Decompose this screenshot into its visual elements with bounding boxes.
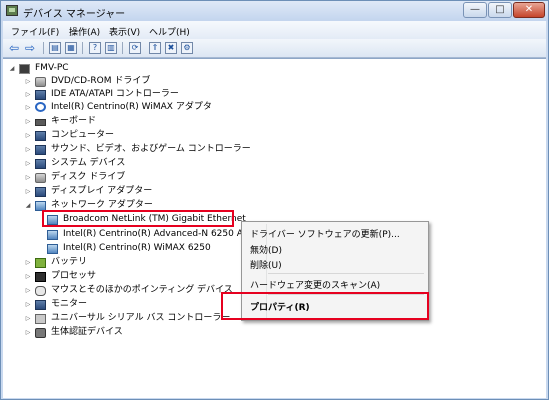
tree-category-label: プロセッサ — [51, 271, 97, 281]
tree-category-label: キーボード — [51, 116, 97, 126]
toolbar-separator — [82, 42, 83, 54]
keyboard-icon — [35, 119, 46, 126]
uninstall-icon[interactable]: ✖ — [165, 42, 177, 54]
tree-root-label: FMV-PC — [35, 63, 69, 73]
network-adapter-icon — [47, 244, 58, 254]
properties-icon[interactable]: ▦ — [65, 42, 77, 54]
expand-arrow-icon[interactable]: ▷ — [23, 75, 33, 88]
processor-icon — [35, 272, 46, 282]
expand-arrow-icon[interactable]: ▷ — [23, 143, 33, 156]
forward-arrow-icon[interactable]: ⇨ — [25, 41, 35, 55]
context-separator — [268, 273, 424, 274]
title-bar[interactable]: デバイス マネージャー — □ ✕ — [1, 1, 548, 21]
menu-action[interactable]: 操作(A) — [69, 25, 100, 38]
minimize-button[interactable]: — — [463, 2, 487, 18]
view-icon[interactable]: ▥ — [105, 42, 117, 54]
expand-arrow-icon[interactable]: ▷ — [23, 129, 33, 142]
context-item-scan-hardware[interactable]: ハードウェア変更のスキャン(A) — [250, 278, 380, 291]
tree-category-label: ユニバーサル シリアル バス コントローラー — [51, 313, 231, 323]
expand-arrow-icon[interactable]: ▷ — [23, 88, 33, 101]
tree-device-label: Intel(R) Centrino(R) Advanced-N 6250 A — [63, 229, 243, 239]
menu-help[interactable]: ヘルプ(H) — [149, 25, 190, 38]
device-manager-icon — [6, 5, 18, 16]
tree-category-label: ディスク ドライブ — [51, 172, 126, 182]
menu-file[interactable]: ファイル(F) — [11, 25, 59, 38]
expand-arrow-icon[interactable]: ▷ — [23, 157, 33, 170]
tree-category-label: モニター — [51, 299, 88, 309]
window-title: デバイス マネージャー — [23, 9, 126, 20]
tree-device-label: Intel(R) Centrino(R) WiMAX 6250 — [63, 243, 211, 253]
expand-arrow-icon[interactable]: ▷ — [23, 270, 33, 283]
tree-category-label: バッテリ — [51, 257, 88, 267]
expand-arrow-icon[interactable]: ▷ — [23, 312, 33, 325]
expand-arrow-icon[interactable]: ▷ — [23, 185, 33, 198]
display-icon — [35, 187, 46, 197]
wimax-icon — [35, 102, 46, 112]
menu-view[interactable]: 表示(V) — [109, 25, 140, 38]
context-item-update-driver[interactable]: ドライバー ソフトウェアの更新(P)... — [250, 227, 400, 240]
help-icon[interactable]: ? — [89, 42, 101, 54]
menu-bar: ファイル(F) 操作(A) 表示(V) ヘルプ(H) — [3, 21, 546, 39]
tree-category-label: Intel(R) Centrino(R) WiMAX アダプタ — [51, 102, 212, 112]
computer-icon — [19, 64, 30, 74]
scan-hardware-icon[interactable]: ⟳ — [129, 42, 141, 54]
expand-arrow-icon[interactable]: ▷ — [23, 284, 33, 297]
toolbar: ⇦ ⇨ ▤ ▦ ? ▥ ⟳ ⇑ ✖ ⚙ — [3, 39, 546, 58]
show-hide-console-tree-icon[interactable]: ▤ — [49, 42, 61, 54]
biometric-icon — [35, 328, 46, 338]
system-icon — [35, 159, 46, 169]
battery-icon — [35, 258, 46, 268]
mouse-icon — [35, 286, 46, 296]
expand-arrow-icon[interactable]: ▷ — [23, 298, 33, 311]
computer-icon — [35, 131, 46, 141]
tree-category-label: 生体認証デバイス — [51, 327, 123, 337]
context-item-disable[interactable]: 無効(D) — [250, 243, 282, 256]
drive-icon — [35, 77, 46, 87]
expand-arrow-icon[interactable]: ▷ — [23, 256, 33, 269]
disk-icon — [35, 173, 46, 183]
maximize-button[interactable]: □ — [488, 2, 512, 18]
expand-arrow-icon[interactable]: ▷ — [23, 326, 33, 339]
expand-arrow-icon[interactable]: ▷ — [23, 115, 33, 128]
tree-category-label: DVD/CD-ROM ドライブ — [51, 76, 151, 86]
network-adapter-icon — [47, 230, 58, 240]
back-arrow-icon[interactable]: ⇦ — [9, 41, 19, 55]
tree-category-label: サウンド、ビデオ、およびゲーム コントローラー — [51, 144, 251, 154]
highlight-box-device — [42, 210, 234, 227]
expand-arrow-icon[interactable]: ▷ — [23, 171, 33, 184]
sound-icon — [35, 145, 46, 155]
collapse-arrow-icon[interactable]: ◢ — [7, 62, 17, 75]
tree-category-label: IDE ATA/ATAPI コントローラー — [51, 89, 179, 99]
tree-category-label: ディスプレイ アダプター — [51, 186, 153, 196]
usb-icon — [35, 314, 46, 324]
toolbar-separator — [122, 42, 123, 54]
device-manager-window: デバイス マネージャー — □ ✕ ファイル(F) 操作(A) 表示(V) ヘル… — [0, 0, 549, 400]
tree-category-label: コンピューター — [51, 130, 115, 140]
context-item-uninstall[interactable]: 削除(U) — [250, 258, 282, 271]
tree-category-label: マウスとそのほかのポインティング デバイス — [51, 285, 233, 295]
update-driver-icon[interactable]: ⇑ — [149, 42, 161, 54]
monitor-icon — [35, 300, 46, 310]
toolbar-separator — [43, 42, 44, 54]
controller-icon — [35, 90, 46, 100]
disable-icon[interactable]: ⚙ — [181, 42, 193, 54]
highlight-box-properties — [221, 292, 429, 320]
tree-category-label: システム デバイス — [51, 158, 126, 168]
expand-arrow-icon[interactable]: ▷ — [23, 101, 33, 114]
close-button[interactable]: ✕ — [513, 2, 545, 18]
collapse-arrow-icon[interactable]: ◢ — [23, 199, 33, 212]
